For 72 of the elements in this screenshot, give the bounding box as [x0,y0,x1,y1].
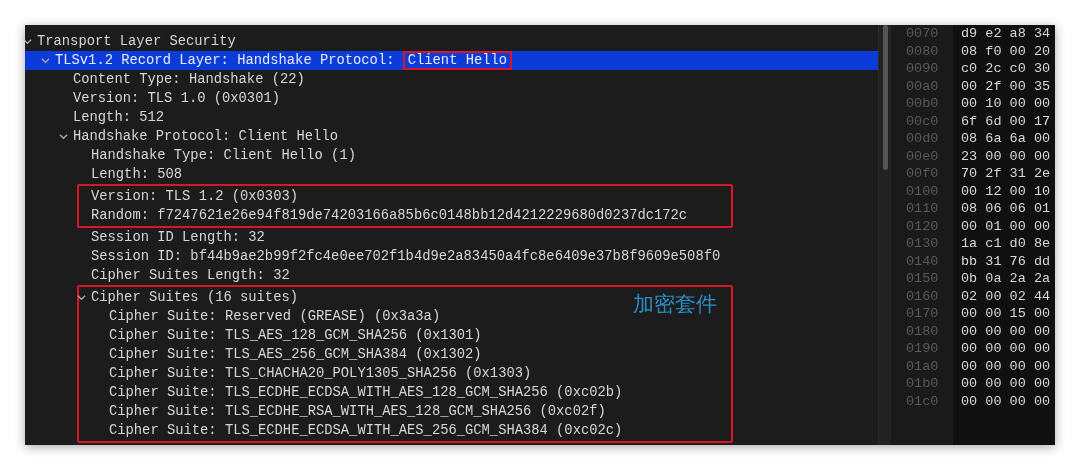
hex-bytes: 6f 6d 00 17 [961,113,1051,129]
hex-offset: 0190 [906,341,939,356]
hex-offset: 00a0 [906,78,939,94]
tree-row[interactable]: Handshake Protocol: Client Hello [25,127,338,146]
hex-offset: 0070 [906,26,939,41]
chevron-icon[interactable] [41,56,50,65]
highlight-box: Client Hello [402,51,513,70]
hex-bytes: 0b 0a 2a 2a [961,271,1051,286]
hex-offset: 0090 [906,61,939,76]
tree-row[interactable]: Cipher Suites Length: 32 [25,266,290,285]
hex-offset: 0150 [906,271,939,286]
hex-offset: 01a0 [906,358,939,374]
chevron-icon[interactable] [25,37,32,46]
scrollbar-thumb[interactable] [882,25,888,170]
hex-bytes: bb 31 76 dd [961,253,1051,269]
hex-offset: 0170 [906,306,939,321]
hex-bytes: 1a c1 d0 8e [961,236,1051,251]
chevron-icon[interactable] [77,293,86,302]
tree-row[interactable]: Session ID Length: 32 [25,228,265,247]
tree-row[interactable]: Random: f7247621e26e94f819de74203166a85b6c0148bb12d4212229680d0237dc172c [79,206,688,225]
tree-row[interactable]: Transport Layer Security [25,32,236,51]
hex-bytes: 00 2f 00 35 [961,78,1051,94]
tree-row[interactable]: Content Type: Handshake (22) [25,70,305,89]
hex-bytes: 08 6a 6a 00 [961,131,1051,146]
hex-bytes: d9 e2 a8 34 [961,26,1051,41]
tree-row[interactable]: Version: TLS 1.2 (0x0303) [79,187,298,206]
tree-row[interactable]: Handshake Type: Client Hello (1) [25,146,356,165]
tree-row[interactable]: Cipher Suite: Reserved (GREASE) (0x3a3a) [79,307,441,326]
hex-bytes: 00 00 00 00 [961,358,1051,374]
tree-row[interactable]: Cipher Suite: TLS_CHACHA20_POLY1305_SHA256 (0x1303) [79,364,532,383]
hex-offset: 0120 [906,218,939,234]
hex-bytes: 08 f0 00 20 [961,43,1051,59]
tree-row[interactable]: Cipher Suite: TLS_ECDHE_RSA_WITH_AES_128_GCM_SHA256 (0xc02f) [79,402,606,421]
tree-row[interactable]: TLSv1.2 Record Layer: Handshake Protocol: Client Hello [25,51,878,70]
hex-offset: 0160 [906,288,939,304]
hex-bytes: 00 00 00 00 [961,341,1051,356]
hex-offset: 00f0 [906,166,939,181]
hex-bytes: 00 12 00 10 [961,183,1051,199]
tree-row[interactable]: Length: 508 [25,165,183,184]
hex-offset: 0110 [906,201,939,216]
hex-offset: 0140 [906,253,939,269]
hex-bytes: 02 00 02 44 [961,288,1051,304]
hex-offset: 0080 [906,43,939,59]
hex-offset: 00e0 [906,148,939,164]
hex-offset: 01c0 [906,393,939,409]
chevron-icon[interactable] [59,132,68,141]
tree-row[interactable]: Cipher Suite: TLS_AES_256_GCM_SHA384 (0x1302) [79,345,482,364]
hex-bytes: 08 06 06 01 [961,201,1051,216]
hex-offset: 0100 [906,183,939,199]
hex-bytes: 00 10 00 00 [961,96,1051,111]
hex-offset: 00b0 [906,96,939,111]
tree-row[interactable]: Length: 512 [25,108,165,127]
hex-bytes: 00 00 15 00 [961,306,1051,321]
tree-row[interactable]: Cipher Suite: TLS_ECDHE_ECDSA_WITH_AES_256_GCM_SHA384 (0xc02c) [79,421,623,440]
hex-bytes: 00 01 00 00 [961,218,1051,234]
hex-bytes: 00 00 00 00 [961,323,1051,339]
hex-offset: 0180 [906,323,939,339]
tree-row[interactable]: Version: TLS 1.0 (0x0301) [25,89,280,108]
hex-offset: 00d0 [906,131,939,146]
tree-row[interactable]: Cipher Suite: TLS_ECDHE_ECDSA_WITH_AES_128_GCM_SHA256 (0xc02b) [79,383,623,402]
hex-offset: 01b0 [906,376,939,391]
hex-bytes: 70 2f 31 2e [961,166,1051,181]
hex-bytes: 00 00 00 00 [961,376,1051,391]
tree-row[interactable]: Cipher Suite: TLS_AES_128_GCM_SHA256 (0x1301) [79,326,482,345]
hex-offset: 0130 [906,236,939,251]
hex-bytes: c0 2c c0 30 [961,61,1051,76]
annotation-note: 加密套件 [633,291,717,317]
tree-row[interactable]: Session ID: bf44b9ae2b99f2fc4e0ee702f1b4d9e2a83450a4fc8e6409e37b8f9609e508f0 [25,247,721,266]
tree-row[interactable]: Cipher Suites (16 suites) [79,288,298,307]
hex-bytes: 23 00 00 00 [961,148,1051,164]
hex-bytes: 00 00 00 00 [961,393,1051,409]
hex-offset: 00c0 [906,113,939,129]
